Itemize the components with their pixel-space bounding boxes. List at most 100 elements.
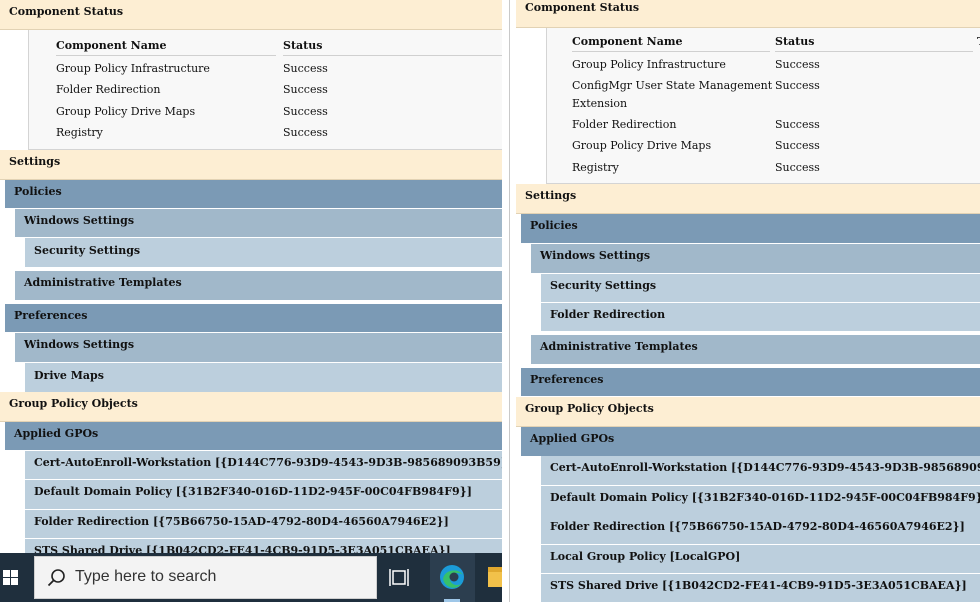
file-explorer-taskbar-button[interactable]	[479, 553, 502, 602]
preferences-header[interactable]: Preferences	[5, 304, 502, 332]
applied-gpos-header[interactable]: Applied GPOs	[521, 427, 980, 456]
start-button[interactable]	[0, 553, 34, 602]
settings-label: Settings	[525, 189, 577, 202]
gpo-item[interactable]: Default Domain Policy [{31B2F340-016D-11…	[25, 480, 502, 509]
table-row-name: Folder Redirection	[56, 83, 161, 96]
group-policy-objects-label: Group Policy Objects	[525, 402, 654, 415]
gpo-item[interactable]: Folder Redirection [{75B66750-15AD-4792-…	[541, 515, 980, 544]
windows-settings-label: Windows Settings	[540, 249, 651, 262]
drive-maps-header[interactable]: Drive Maps	[25, 363, 502, 392]
gpo-item-label: Folder Redirection [{75B66750-15AD-4792-…	[550, 520, 965, 533]
taskbar-search-box[interactable]: Type here to search	[34, 556, 377, 599]
component-status-label: Component Status	[525, 1, 640, 14]
table-row-name: Folder Redirection	[572, 118, 677, 131]
task-view-button[interactable]	[387, 565, 413, 591]
administrative-templates-label: Administrative Templates	[540, 340, 698, 353]
table-row-status: Success	[283, 83, 328, 96]
gpo-item[interactable]: Folder Redirection [{75B66750-15AD-4792-…	[25, 510, 502, 538]
gpo-item[interactable]: Local Group Policy [LocalGPO]	[541, 545, 980, 573]
security-settings-label: Security Settings	[34, 244, 141, 257]
table-row-name: Registry	[572, 161, 619, 174]
windows-settings-header[interactable]: Windows Settings	[15, 209, 502, 237]
security-settings-label: Security Settings	[550, 279, 657, 292]
table-row-name: ConfigMgr User State Management	[572, 79, 773, 92]
component-status-table: Component Name Status T Group Policy Inf…	[546, 28, 980, 184]
header-divider	[283, 55, 502, 56]
component-status-header[interactable]: Component Status	[516, 0, 980, 28]
windows-start-icon	[3, 570, 18, 585]
table-row-status: Success	[283, 126, 328, 139]
table-row-name: Group Policy Drive Maps	[56, 105, 196, 118]
settings-header[interactable]: Settings	[516, 184, 980, 214]
preferences-header[interactable]: Preferences	[521, 368, 980, 396]
left-report-pane: Component Status Component Name Status G…	[0, 0, 502, 602]
edge-taskbar-button[interactable]	[430, 553, 475, 602]
applied-gpos-header[interactable]: Applied GPOs	[5, 422, 502, 450]
table-row-status: Success	[283, 62, 328, 75]
security-settings-header[interactable]: Security Settings	[541, 274, 980, 302]
component-status-table: Component Name Status Group Policy Infra…	[28, 30, 502, 150]
gpo-item-label: STS Shared Drive [{1B042CD2-FE41-4CB9-91…	[550, 579, 967, 592]
security-settings-header[interactable]: Security Settings	[25, 238, 502, 267]
table-row-name: Group Policy Infrastructure	[56, 62, 210, 75]
policies-header[interactable]: Policies	[5, 180, 502, 208]
table-row-name: Registry	[56, 126, 103, 139]
group-policy-objects-header[interactable]: Group Policy Objects	[0, 392, 502, 422]
gpo-item-label: Default Domain Policy [{31B2F340-016D-11…	[550, 491, 980, 504]
table-row-name-continued: Extension	[572, 97, 628, 110]
gpo-item-label: Local Group Policy [LocalGPO]	[550, 550, 741, 563]
header-divider	[775, 51, 973, 52]
header-divider	[56, 55, 276, 56]
table-row-status: Success	[775, 58, 820, 71]
pref-windows-settings-label: Windows Settings	[24, 338, 135, 351]
right-report-pane: Component Status Component Name Status T…	[511, 0, 980, 602]
component-status-header[interactable]: Component Status	[0, 0, 502, 30]
gpo-item[interactable]: Cert-AutoEnroll-Workstation [{D144C776-9…	[25, 451, 502, 479]
col-header-component-name: Component Name	[572, 35, 683, 48]
windows-settings-label: Windows Settings	[24, 214, 135, 227]
policies-label: Policies	[530, 219, 578, 232]
gpo-item[interactable]: Default Domain Policy [{31B2F340-016D-11…	[541, 486, 980, 515]
folder-redirection-header[interactable]: Folder Redirection	[541, 303, 980, 331]
pref-windows-settings-header[interactable]: Windows Settings	[15, 333, 502, 362]
edge-icon	[440, 565, 464, 602]
preferences-label: Preferences	[14, 309, 88, 322]
windows-settings-header[interactable]: Windows Settings	[531, 244, 980, 273]
gpo-item[interactable]: Cert-AutoEnroll-Workstation [{D144C776-9…	[541, 456, 980, 485]
gpo-item-label: Cert-AutoEnroll-Workstation [{D144C776-9…	[550, 461, 980, 474]
col-header-status: Status	[283, 39, 323, 52]
settings-label: Settings	[9, 155, 61, 168]
folder-redirection-label: Folder Redirection	[550, 308, 666, 321]
header-divider	[572, 51, 770, 52]
col-header-component-name: Component Name	[56, 39, 167, 52]
table-row-name: Group Policy Drive Maps	[572, 139, 712, 152]
settings-header[interactable]: Settings	[0, 150, 502, 180]
task-view-icon	[389, 569, 409, 586]
windows-taskbar: Type here to search	[0, 553, 502, 602]
group-policy-objects-label: Group Policy Objects	[9, 397, 138, 410]
table-row-status: Success	[775, 161, 820, 174]
pane-divider	[502, 0, 511, 602]
group-policy-objects-header[interactable]: Group Policy Objects	[516, 397, 980, 427]
drive-maps-label: Drive Maps	[34, 369, 104, 382]
table-row-status: Success	[283, 105, 328, 118]
gpo-item-label: Cert-AutoEnroll-Workstation [{D144C776-9…	[34, 456, 502, 469]
policies-header[interactable]: Policies	[521, 214, 980, 243]
administrative-templates-label: Administrative Templates	[24, 276, 182, 289]
table-row-status: Success	[775, 118, 820, 131]
preferences-label: Preferences	[530, 373, 604, 386]
table-row-name: Group Policy Infrastructure	[572, 58, 726, 71]
component-status-label: Component Status	[9, 5, 124, 18]
gpo-item[interactable]: STS Shared Drive [{1B042CD2-FE41-4CB9-91…	[541, 574, 980, 602]
administrative-templates-header[interactable]: Administrative Templates	[531, 335, 980, 364]
search-icon	[47, 569, 65, 587]
administrative-templates-header[interactable]: Administrative Templates	[15, 271, 502, 300]
table-row-status: Success	[775, 139, 820, 152]
search-placeholder: Type here to search	[75, 568, 217, 585]
col-header-status: Status	[775, 35, 815, 48]
applied-gpos-label: Applied GPOs	[14, 427, 99, 440]
gpo-item-label: Folder Redirection [{75B66750-15AD-4792-…	[34, 515, 449, 528]
table-row-status: Success	[775, 79, 820, 92]
file-explorer-icon	[488, 567, 502, 587]
policies-label: Policies	[14, 185, 62, 198]
